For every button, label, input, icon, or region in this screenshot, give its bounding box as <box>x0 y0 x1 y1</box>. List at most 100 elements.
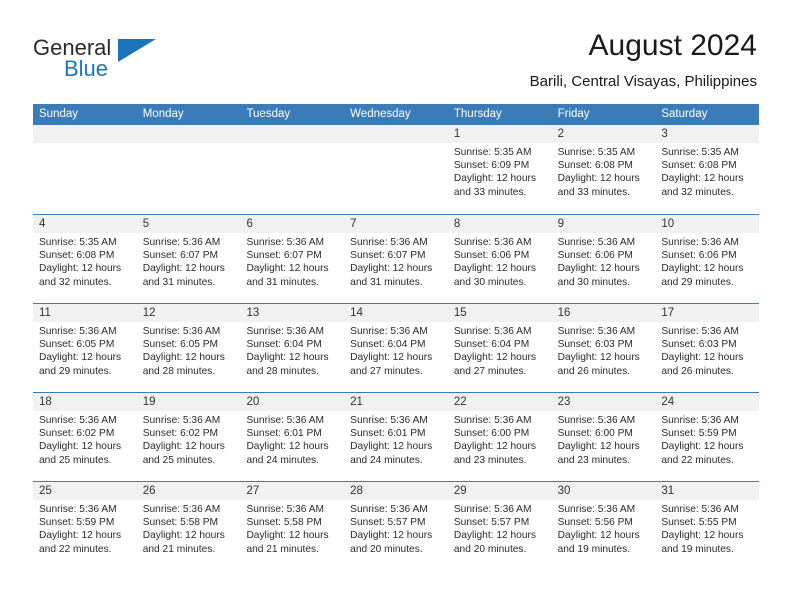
day-number: 15 <box>453 307 467 319</box>
day-number-band: 16 <box>551 304 656 322</box>
day-cell-19[interactable]: 19 Sunrise: 5:36 AM Sunset: 6:02 PM Dayligh… <box>136 393 241 481</box>
daylight-text-line1: Daylight: 12 hours <box>246 530 329 542</box>
day-number: 11 <box>39 307 51 319</box>
sunrise-text: Sunrise: 5:36 AM <box>246 504 325 515</box>
day-cell-24[interactable]: 24 Sunrise: 5:36 AM Sunset: 5:59 PM Dayligh… <box>655 393 760 481</box>
day-cell-29[interactable]: 29 Sunrise: 5:36 AM Sunset: 5:57 PM Dayligh… <box>447 482 552 570</box>
day-sun-info: Sunrise: 5:35 AM Sunset: 6:09 PM Daylight:… <box>448 143 552 199</box>
day-cell-10[interactable]: 10 Sunrise: 5:36 AM Sunset: 6:06 PM Dayligh… <box>655 215 760 303</box>
day-number: 2 <box>557 128 564 140</box>
day-number-band: 11 <box>33 304 137 322</box>
day-cell-13[interactable]: 13 Sunrise: 5:36 AM Sunset: 6:04 PM Dayligh… <box>240 304 345 392</box>
day-cell-7[interactable]: 7 Sunrise: 5:36 AM Sunset: 6:07 PM Daylight… <box>344 215 448 303</box>
day-number: 16 <box>557 307 571 319</box>
day-number-band: 1 <box>447 125 552 143</box>
daylight-text-line1: Daylight: 12 hours <box>661 173 744 185</box>
day-number-band <box>33 125 137 143</box>
weekday-header-tuesday: Tuesday <box>246 108 291 120</box>
day-number: 26 <box>142 485 156 497</box>
daylight-text-line1: Daylight: 12 hours <box>39 352 122 364</box>
day-number-band: 18 <box>33 393 137 411</box>
day-number: 1 <box>453 128 461 140</box>
daylight-text-line2: and 32 minutes. <box>39 276 112 288</box>
sunrise-text: Sunrise: 5:36 AM <box>350 504 428 515</box>
sunset-text: Sunset: 6:05 PM <box>142 339 219 351</box>
sunrise-text: Sunrise: 5:36 AM <box>142 415 221 426</box>
daylight-text-line1: Daylight: 12 hours <box>557 173 640 185</box>
day-number: 13 <box>246 307 260 319</box>
day-number-band <box>136 125 241 143</box>
daylight-text-line1: Daylight: 12 hours <box>453 352 536 364</box>
day-cell-1[interactable]: 1 Sunrise: 5:35 AM Sunset: 6:09 PM Daylight… <box>447 125 552 214</box>
day-cell-17[interactable]: 17 Sunrise: 5:36 AM Sunset: 6:03 PM Dayligh… <box>655 304 760 392</box>
day-number-band: 20 <box>240 393 345 411</box>
day-sun-info: Sunrise: 5:36 AM Sunset: 6:04 PM Daylight:… <box>344 322 448 378</box>
day-cell-22[interactable]: 22 Sunrise: 5:36 AM Sunset: 6:00 PM Dayligh… <box>447 393 552 481</box>
day-cell-12[interactable]: 12 Sunrise: 5:36 AM Sunset: 6:05 PM Dayligh… <box>136 304 241 392</box>
day-cell-3[interactable]: 3 Sunrise: 5:35 AM Sunset: 6:08 PM Daylight… <box>655 125 760 214</box>
daylight-text-line2: and 28 minutes. <box>246 365 319 377</box>
sunset-text: Sunset: 5:56 PM <box>557 517 633 529</box>
calendar-week-row: 4 Sunrise: 5:35 AM Sunset: 6:08 PM Daylight… <box>33 214 760 303</box>
day-cell-5[interactable]: 5 Sunrise: 5:36 AM Sunset: 6:07 PM Daylight… <box>136 215 241 303</box>
day-cell-30[interactable]: 30 Sunrise: 5:36 AM Sunset: 5:56 PM Dayligh… <box>551 482 656 570</box>
day-sun-info: Sunrise: 5:36 AM Sunset: 5:55 PM Daylight:… <box>655 500 759 556</box>
day-number-band: 24 <box>655 393 760 411</box>
day-sun-info: Sunrise: 5:35 AM Sunset: 6:08 PM Daylight:… <box>552 143 656 199</box>
day-cell-27[interactable]: 27 Sunrise: 5:36 AM Sunset: 5:58 PM Dayligh… <box>240 482 345 570</box>
daylight-text-line1: Daylight: 12 hours <box>142 352 225 364</box>
day-cell-15[interactable]: 15 Sunrise: 5:36 AM Sunset: 6:04 PM Dayligh… <box>447 304 552 392</box>
day-cell-21[interactable]: 21 Sunrise: 5:36 AM Sunset: 6:01 PM Dayligh… <box>344 393 448 481</box>
day-number-band: 29 <box>447 482 552 500</box>
daylight-text-line2: and 30 minutes. <box>453 276 527 288</box>
day-cell-9[interactable]: 9 Sunrise: 5:36 AM Sunset: 6:06 PM Daylight… <box>551 215 656 303</box>
day-sun-info: Sunrise: 5:36 AM Sunset: 6:04 PM Daylight:… <box>448 322 552 378</box>
day-cell-18[interactable]: 18 Sunrise: 5:36 AM Sunset: 6:02 PM Dayligh… <box>33 393 137 481</box>
day-cell-23[interactable]: 23 Sunrise: 5:36 AM Sunset: 6:00 PM Dayligh… <box>551 393 656 481</box>
sunrise-text: Sunrise: 5:36 AM <box>142 504 221 515</box>
day-cell-28[interactable]: 28 Sunrise: 5:36 AM Sunset: 5:57 PM Dayligh… <box>344 482 448 570</box>
day-number-band: 12 <box>136 304 241 322</box>
day-cell-16[interactable]: 16 Sunrise: 5:36 AM Sunset: 6:03 PM Dayligh… <box>551 304 656 392</box>
day-cell-8[interactable]: 8 Sunrise: 5:36 AM Sunset: 6:06 PM Daylight… <box>447 215 552 303</box>
day-cell-14[interactable]: 14 Sunrise: 5:36 AM Sunset: 6:04 PM Dayligh… <box>344 304 448 392</box>
day-cell-20[interactable]: 20 Sunrise: 5:36 AM Sunset: 6:01 PM Dayligh… <box>240 393 345 481</box>
day-number: 8 <box>453 218 461 230</box>
day-number: 18 <box>39 396 52 408</box>
day-sun-info: Sunrise: 5:36 AM Sunset: 6:06 PM Daylight:… <box>552 233 656 289</box>
sunrise-text: Sunrise: 5:36 AM <box>39 415 117 426</box>
day-cell-11[interactable]: 11 Sunrise: 5:36 AM Sunset: 6:05 PM Dayligh… <box>33 304 137 392</box>
day-cell-6[interactable]: 6 Sunrise: 5:36 AM Sunset: 6:07 PM Daylight… <box>240 215 345 303</box>
day-number: 25 <box>39 485 52 497</box>
daylight-text-line2: and 26 minutes. <box>557 365 631 377</box>
day-sun-info: Sunrise: 5:36 AM Sunset: 6:01 PM Daylight:… <box>344 411 448 467</box>
daylight-text-line1: Daylight: 12 hours <box>39 263 122 275</box>
day-cell-26[interactable]: 26 Sunrise: 5:36 AM Sunset: 5:58 PM Dayligh… <box>136 482 241 570</box>
daylight-text-line2: and 27 minutes. <box>350 365 423 377</box>
general-blue-logo[interactable]: General Blue <box>33 36 233 86</box>
day-cell-25[interactable]: 25 Sunrise: 5:36 AM Sunset: 5:59 PM Dayligh… <box>33 482 137 570</box>
sunrise-text: Sunrise: 5:36 AM <box>39 326 117 337</box>
day-number: 3 <box>661 128 668 140</box>
daylight-text-line2: and 31 minutes. <box>142 276 216 288</box>
daylight-text-line1: Daylight: 12 hours <box>557 263 640 275</box>
day-cell-4[interactable]: 4 Sunrise: 5:35 AM Sunset: 6:08 PM Daylight… <box>33 215 137 303</box>
daylight-text-line2: and 23 minutes. <box>453 454 527 466</box>
day-cell-31[interactable]: 31 Sunrise: 5:36 AM Sunset: 5:55 PM Dayligh… <box>655 482 760 570</box>
day-number: 20 <box>246 396 260 408</box>
day-cell-2[interactable]: 2 Sunrise: 5:35 AM Sunset: 6:08 PM Daylight… <box>551 125 656 214</box>
day-number-band: 21 <box>344 393 448 411</box>
daylight-text-line1: Daylight: 12 hours <box>661 530 744 542</box>
sunrise-text: Sunrise: 5:36 AM <box>453 326 532 337</box>
sunset-text: Sunset: 6:09 PM <box>453 160 530 172</box>
page-subtitle-location: Barili, Central Visayas, Philippines <box>529 73 757 90</box>
daylight-text-line2: and 19 minutes. <box>661 543 734 555</box>
day-number: 6 <box>246 218 253 230</box>
sunset-text: Sunset: 6:06 PM <box>557 250 633 262</box>
page-title: August 2024 <box>588 29 757 62</box>
sunrise-text: Sunrise: 5:35 AM <box>557 147 636 158</box>
day-number-band: 22 <box>447 393 552 411</box>
sunset-text: Sunset: 6:02 PM <box>39 428 115 440</box>
day-number: 9 <box>557 218 564 230</box>
daylight-text-line2: and 22 minutes. <box>39 543 112 555</box>
